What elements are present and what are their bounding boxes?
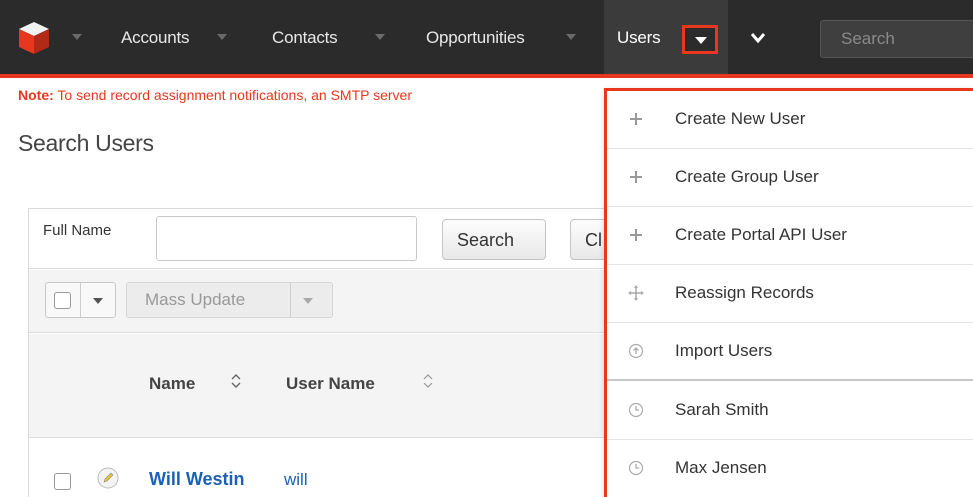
column-header-user-name[interactable]: User Name: [286, 374, 375, 394]
table-header: Name User Name: [29, 334, 648, 438]
select-all-checkbox[interactable]: [54, 292, 71, 309]
menu-item-label: Import Users: [675, 341, 773, 360]
users-dropdown-menu: Create New User Create Group User Create…: [604, 88, 973, 497]
sugar-logo-icon[interactable]: [16, 20, 52, 56]
global-search-input[interactable]: Search: [820, 20, 973, 58]
full-name-label: Full Name: [43, 222, 112, 239]
menu-item-create-group-user[interactable]: Create Group User: [607, 149, 973, 207]
full-name-input[interactable]: [156, 216, 417, 261]
user-full-name-link[interactable]: Will Westin: [149, 469, 245, 490]
clock-icon: [628, 402, 644, 418]
upload-icon: [628, 343, 644, 359]
sort-icon[interactable]: [423, 373, 433, 389]
nav-item-contacts[interactable]: Contacts: [272, 28, 338, 48]
smtp-note: Note: To send record assignment notifica…: [18, 87, 412, 103]
contacts-caret-icon[interactable]: [375, 34, 385, 40]
menu-item-recent-sarah-smith[interactable]: Sarah Smith: [607, 382, 973, 440]
move-icon: [628, 285, 644, 301]
opportunities-caret-icon[interactable]: [566, 34, 576, 40]
menu-item-label: Create Portal API User: [675, 225, 847, 244]
menu-item-label: Sarah Smith: [675, 400, 769, 419]
nav-item-opportunities[interactable]: Opportunities: [426, 28, 525, 48]
menu-item-label: Max Jensen: [675, 458, 767, 477]
divider: [80, 283, 81, 317]
accounts-caret-icon[interactable]: [217, 34, 227, 40]
mass-update-label: Mass Update: [145, 290, 246, 309]
plus-icon: [630, 229, 642, 241]
chevron-down-icon[interactable]: [750, 30, 766, 46]
menu-item-recent-max-jensen[interactable]: Max Jensen: [607, 440, 973, 497]
table-row: Will Westin will: [29, 439, 648, 497]
filter-row: Full Name Search Cl: [29, 209, 648, 269]
menu-item-reassign-records[interactable]: Reassign Records: [607, 265, 973, 323]
top-navigation-bar: Accounts Contacts Opportunities Users Se…: [0, 0, 973, 78]
mass-update-button[interactable]: Mass Update: [126, 282, 333, 318]
users-dropdown-toggle[interactable]: [682, 25, 718, 54]
caret-down-icon: [695, 37, 707, 44]
select-all-dropdown[interactable]: [45, 282, 116, 318]
sort-icon[interactable]: [231, 373, 241, 389]
row-checkbox[interactable]: [54, 473, 71, 490]
menu-item-label: Create Group User: [675, 167, 819, 186]
menu-item-import-users[interactable]: Import Users: [607, 323, 973, 381]
note-text: To send record assignment notifications,…: [53, 87, 412, 103]
menu-item-create-portal-api-user[interactable]: Create Portal API User: [607, 207, 973, 265]
column-header-name[interactable]: Name: [149, 374, 195, 394]
logo-menu-caret-icon[interactable]: [72, 34, 82, 40]
divider: [290, 283, 291, 317]
search-button[interactable]: Search: [442, 219, 546, 260]
action-row: Mass Update: [29, 270, 648, 333]
menu-item-label: Reassign Records: [675, 283, 814, 302]
menu-item-label: Create New User: [675, 109, 806, 128]
note-prefix: Note:: [18, 87, 54, 103]
nav-item-accounts[interactable]: Accounts: [121, 28, 190, 48]
pencil-edit-icon[interactable]: [97, 467, 119, 489]
page-title: Search Users: [18, 130, 154, 156]
plus-icon: [630, 171, 642, 183]
user-name-link[interactable]: will: [284, 470, 308, 490]
plus-icon: [630, 113, 642, 125]
menu-item-create-new-user[interactable]: Create New User: [607, 91, 973, 149]
nav-item-users[interactable]: Users: [617, 28, 661, 48]
caret-down-icon[interactable]: [303, 298, 313, 304]
clock-icon: [628, 460, 644, 476]
users-list-panel: Full Name Search Cl Mass Update Name Use…: [28, 208, 648, 497]
caret-down-icon[interactable]: [93, 298, 103, 304]
